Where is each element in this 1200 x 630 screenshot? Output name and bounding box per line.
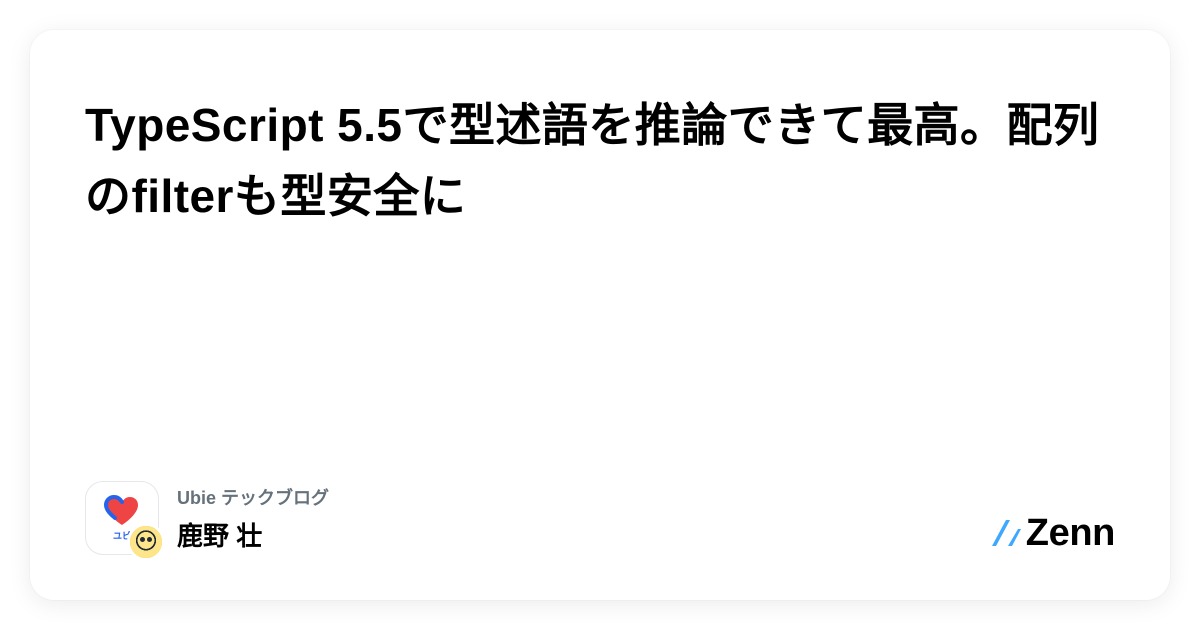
article-title: TypeScript 5.5で型述語を推論できて最高。配列のfilterも型安全… — [85, 90, 1115, 233]
avatar-stack: ユビ — [85, 481, 159, 555]
heart-icon — [104, 495, 140, 527]
card-footer: ユビ Ubie テックブログ 鹿野 壮 Zenn — [85, 481, 1115, 555]
og-card: TypeScript 5.5で型述語を推論できて最高。配列のfilterも型安全… — [30, 30, 1170, 600]
author-section: ユビ Ubie テックブログ 鹿野 壮 — [85, 481, 329, 555]
platform-logo: Zenn — [990, 512, 1115, 555]
author-avatar — [127, 523, 165, 561]
author-info: Ubie テックブログ 鹿野 壮 — [177, 484, 329, 553]
zenn-logo-icon — [990, 518, 1022, 550]
author-name: 鹿野 壮 — [177, 516, 329, 553]
platform-name: Zenn — [1026, 512, 1115, 555]
publication-name: Ubie テックブログ — [177, 484, 329, 510]
